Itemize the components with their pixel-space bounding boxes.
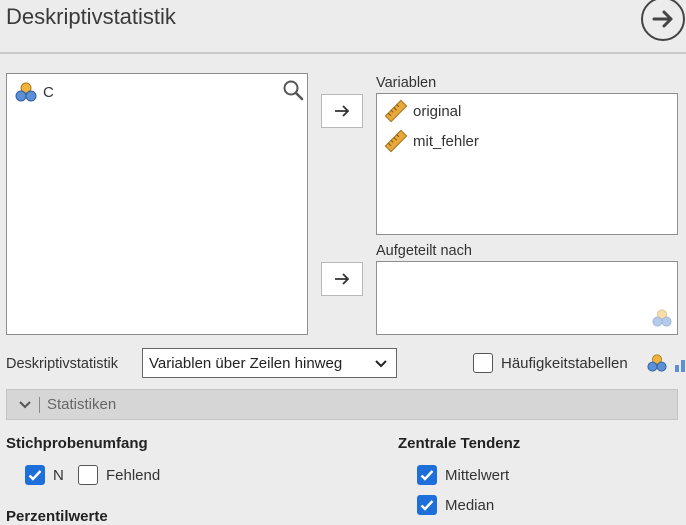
chevron-down-icon <box>19 400 31 408</box>
freq-tables-option[interactable]: Häufigkeitstabellen <box>473 353 628 373</box>
nominal-icon <box>13 80 39 104</box>
ruler-icon <box>383 129 409 153</box>
statistics-section-header[interactable]: Statistiken <box>6 389 678 420</box>
list-item-label: C <box>43 83 54 101</box>
percentiles-heading: Perzentilwerte <box>6 508 108 525</box>
checkmark-icon <box>420 500 434 511</box>
n-label: N <box>53 466 64 484</box>
arrow-right-circle-icon <box>652 10 673 28</box>
variables-list[interactable]: original mit_fehler <box>376 93 678 235</box>
median-option[interactable]: Median <box>417 495 494 515</box>
nominal-icon <box>647 354 667 372</box>
list-item-label: mit_fehler <box>413 132 479 150</box>
missing-label: Fehlend <box>106 466 161 484</box>
central-tendency-heading: Zentrale Tendenz <box>398 435 521 452</box>
mean-checkbox[interactable] <box>417 465 437 485</box>
missing-option[interactable]: Fehlend <box>78 465 160 485</box>
list-item[interactable]: C <box>13 80 54 104</box>
checkmark-icon <box>420 470 434 481</box>
checkmark-icon <box>28 470 42 481</box>
search-icon[interactable] <box>282 79 304 101</box>
page-title: Deskriptivstatistik <box>6 4 176 29</box>
n-option[interactable]: N <box>25 465 64 485</box>
nominal-placeholder-icon <box>652 309 672 327</box>
list-item-label: original <box>413 102 462 120</box>
missing-checkbox[interactable] <box>78 465 98 485</box>
split-label: Aufgeteilt nach <box>376 243 472 259</box>
move-to-variables-button[interactable] <box>321 94 363 128</box>
layout-option-label: Deskriptivstatistik <box>6 356 118 372</box>
layout-select[interactable]: Variablen über Zeilen hinweg <box>142 348 397 378</box>
mean-option[interactable]: Mittelwert <box>417 465 509 485</box>
header-divider <box>0 52 686 54</box>
section-title: Statistiken <box>47 396 117 413</box>
split-by-list[interactable] <box>376 261 678 335</box>
median-checkbox[interactable] <box>417 495 437 515</box>
arrow-right-icon <box>335 105 350 117</box>
freq-tables-checkbox[interactable] <box>473 353 493 373</box>
median-label: Median <box>445 496 495 514</box>
arrow-right-icon <box>335 273 350 285</box>
source-variable-list[interactable]: C <box>6 73 308 335</box>
list-item[interactable]: original <box>383 99 461 123</box>
section-separator <box>39 396 40 413</box>
chevron-down-icon <box>375 360 387 368</box>
n-checkbox[interactable] <box>25 465 45 485</box>
ruler-icon <box>383 99 409 123</box>
sample-size-heading: Stichprobenumfang <box>6 435 148 452</box>
variables-label: Variablen <box>376 75 437 91</box>
move-to-split-button[interactable] <box>321 262 363 296</box>
mean-label: Mittelwert <box>445 466 510 484</box>
list-item[interactable]: mit_fehler <box>383 129 479 153</box>
layout-select-value: Variablen über Zeilen hinweg <box>149 354 343 372</box>
ordinal-icon <box>675 360 685 372</box>
back-button[interactable] <box>641 0 685 41</box>
freq-tables-label: Häufigkeitstabellen <box>501 354 628 372</box>
